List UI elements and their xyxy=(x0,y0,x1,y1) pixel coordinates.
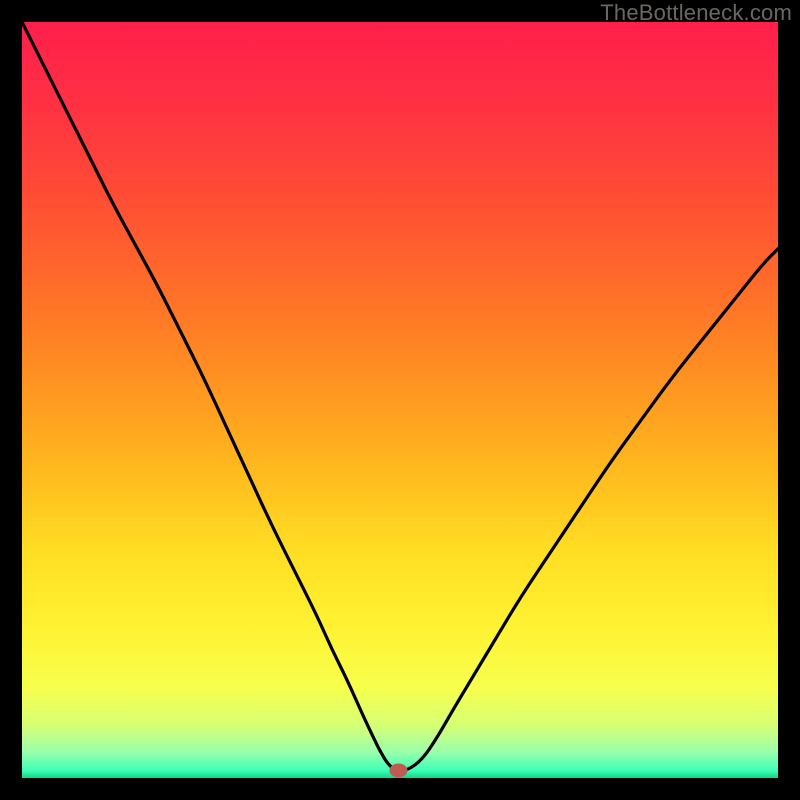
watermark-text: TheBottleneck.com xyxy=(600,0,792,26)
bottleneck-marker xyxy=(389,763,407,777)
chart-frame: TheBottleneck.com xyxy=(0,0,800,800)
chart-svg xyxy=(22,22,778,778)
plot-area xyxy=(22,22,778,778)
gradient-background xyxy=(22,22,778,778)
